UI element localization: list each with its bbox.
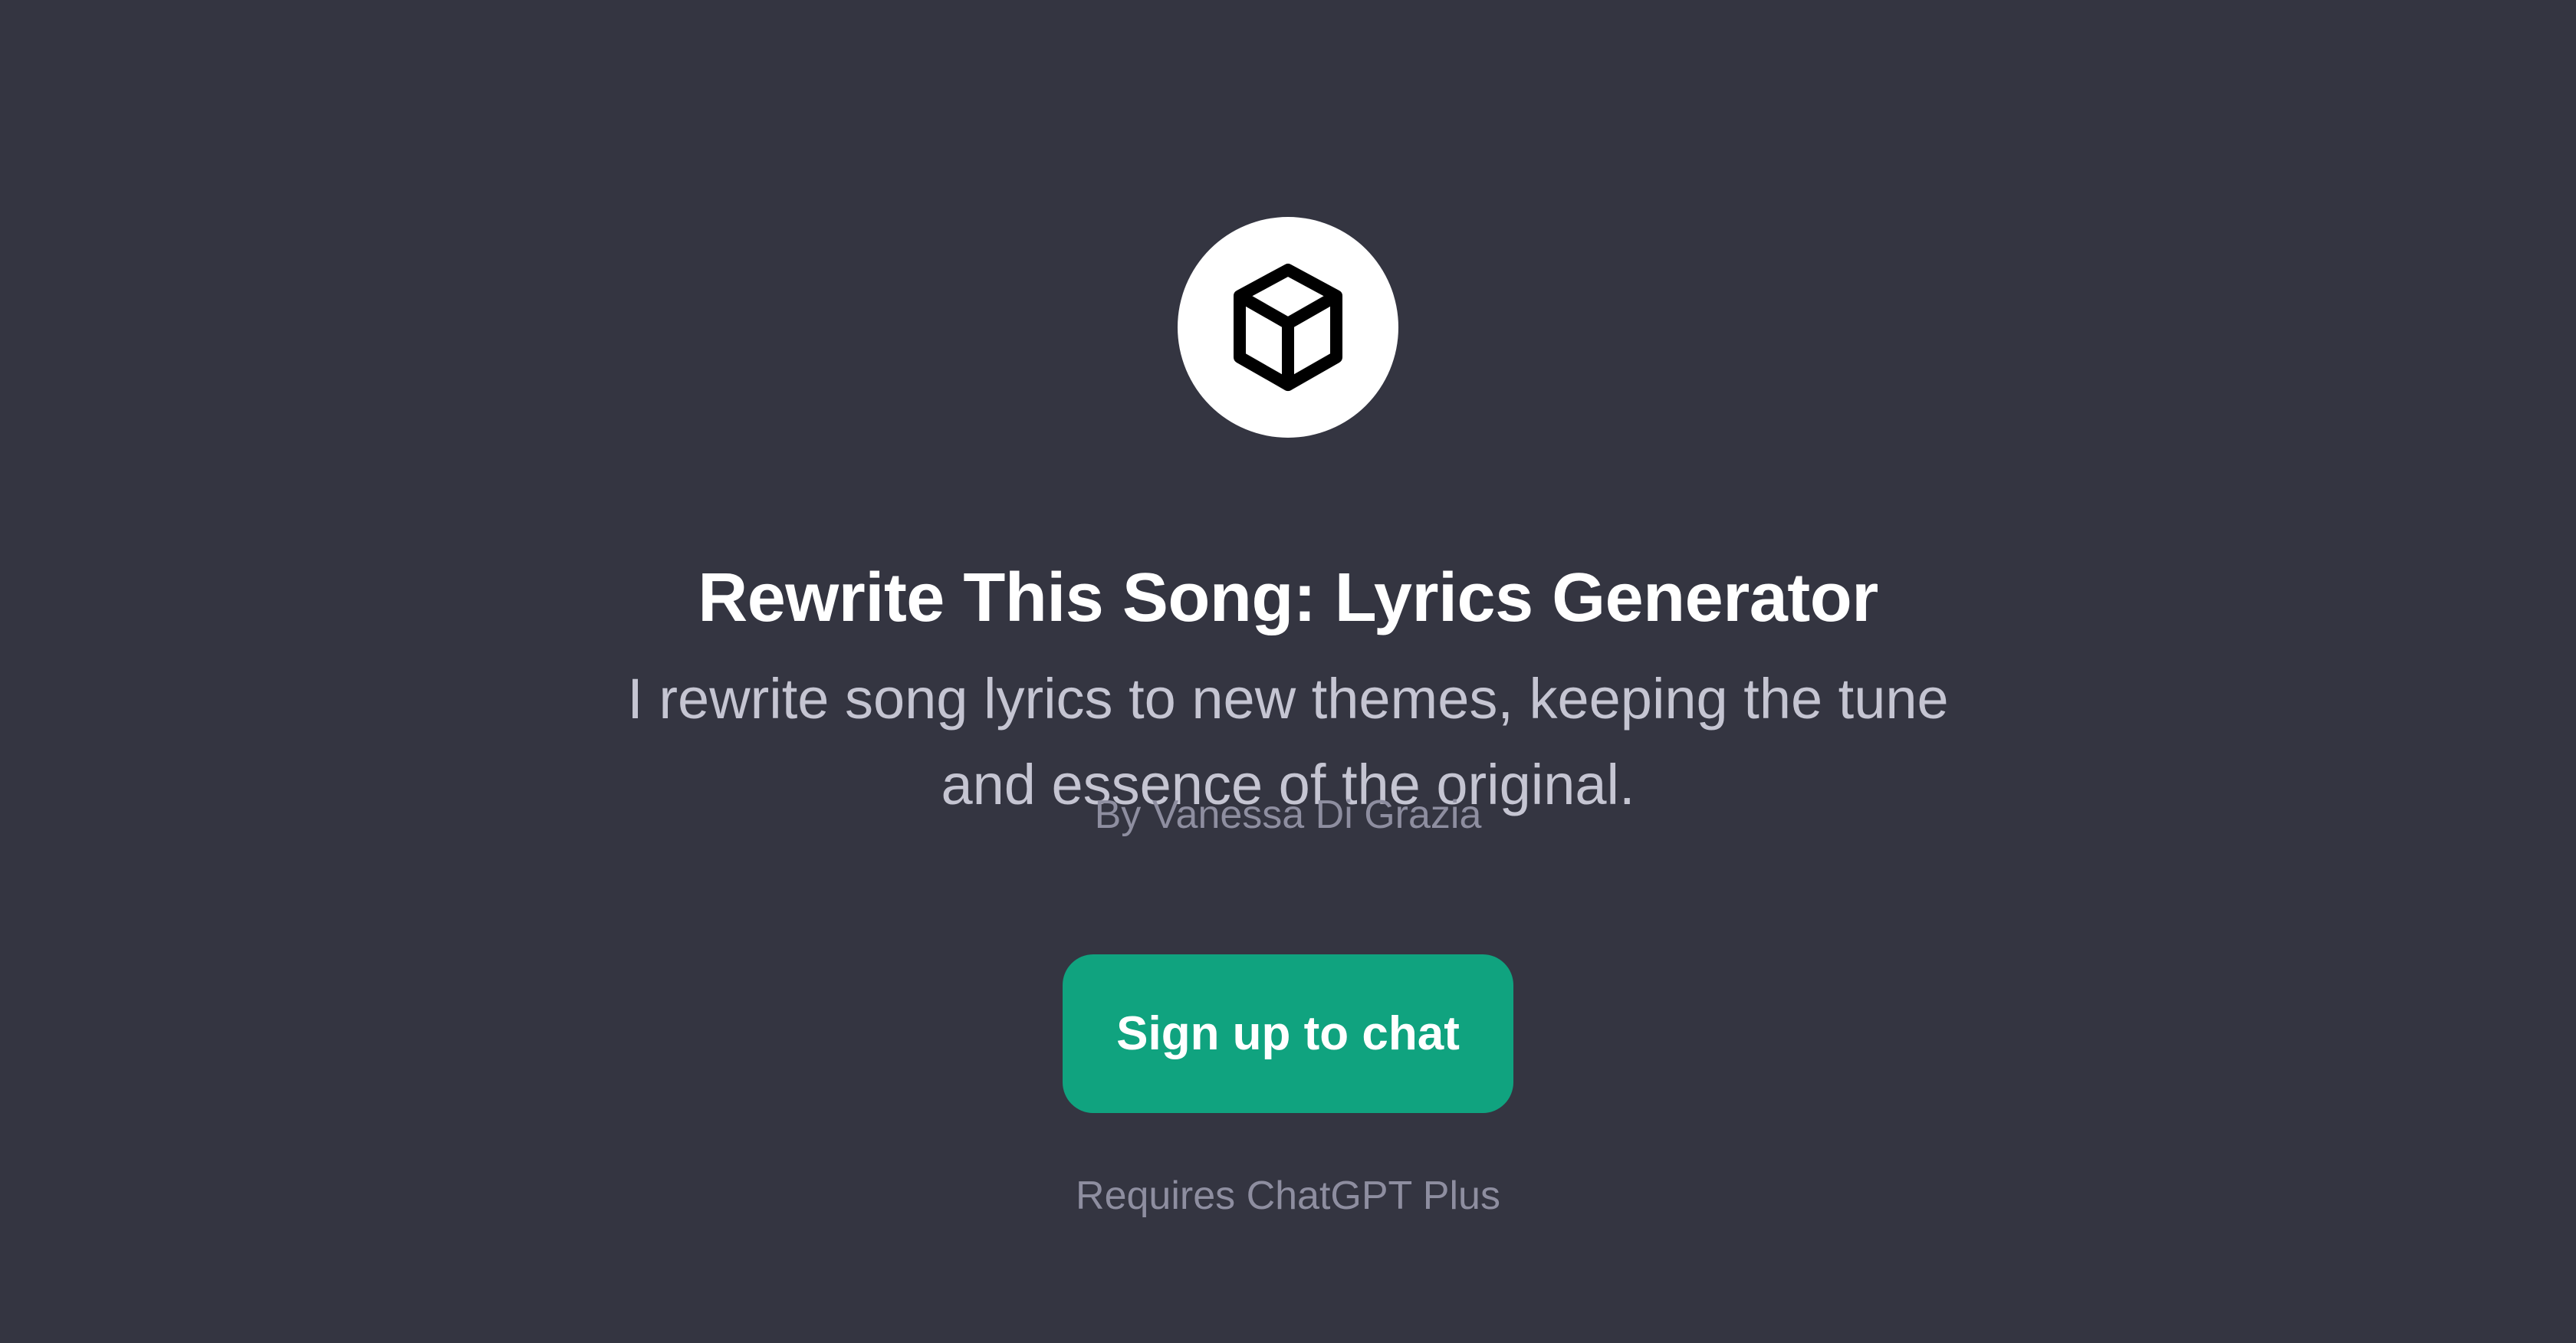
gpt-title: Rewrite This Song: Lyrics Generator [698, 560, 1878, 637]
cube-icon [1234, 264, 1342, 391]
gpt-landing: Rewrite This Song: Lyrics Generator I re… [0, 0, 2576, 1343]
gpt-avatar [1178, 217, 1398, 438]
gpt-author: By Vanessa Di Grazia [1094, 793, 1482, 837]
sign-up-to-chat-button[interactable]: Sign up to chat [1063, 954, 1513, 1113]
requirement-note: Requires ChatGPT Plus [1076, 1174, 1500, 1218]
